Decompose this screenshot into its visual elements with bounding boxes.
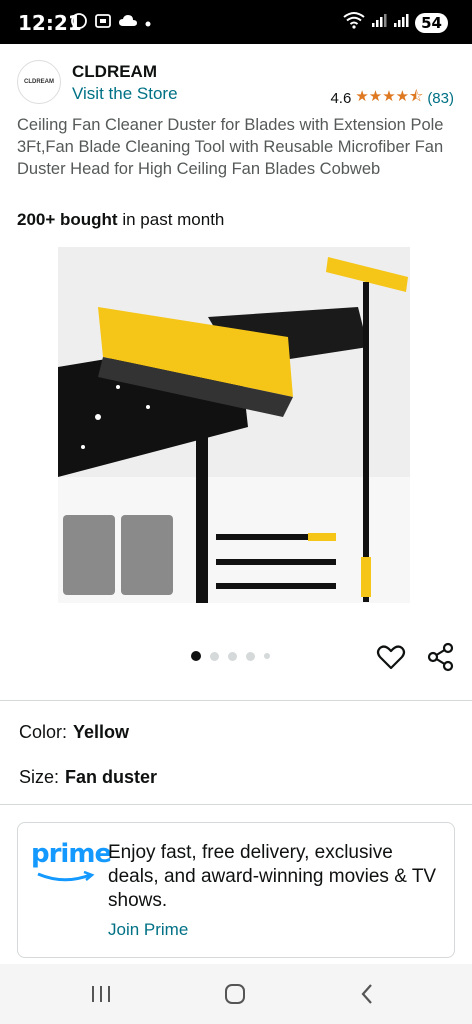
divider — [0, 700, 472, 701]
rating-summary[interactable]: 4.6 ★★★★⯪ (83) — [330, 86, 454, 111]
bought-count-bold: 200+ bought — [17, 210, 118, 229]
prime-promo-card[interactable]: prime Enjoy fast, free delivery, exclusi… — [17, 822, 455, 958]
status-bar: 12:21 54 — [0, 0, 472, 44]
carousel-dot[interactable] — [246, 651, 255, 661]
prime-description: Enjoy fast, free delivery, exclusive dea… — [108, 842, 437, 911]
prime-smile-icon — [37, 871, 95, 882]
store-logo[interactable]: CLDREAM — [17, 60, 61, 104]
star-rating-icon: ★★★★⯪ — [355, 88, 424, 105]
carousel-dot[interactable] — [264, 653, 270, 659]
notification-icons — [70, 12, 152, 35]
home-icon — [225, 984, 245, 1004]
share-icon[interactable] — [426, 642, 456, 672]
battery-indicator: 54 — [415, 12, 448, 33]
cloud-icon — [118, 13, 138, 34]
system-nav-bar — [0, 964, 472, 1024]
size-option[interactable]: Size: Fan duster — [19, 767, 157, 788]
store-logo-text: CLDREAM — [24, 79, 54, 85]
heart-icon[interactable] — [376, 642, 406, 672]
wifi-icon — [343, 11, 365, 34]
join-prime-link[interactable]: Join Prime — [108, 920, 188, 940]
color-label: Color: — [19, 722, 68, 742]
brand-name: CLDREAM — [72, 62, 157, 81]
dot-icon — [144, 15, 152, 33]
bought-count-rest: in past month — [117, 210, 225, 229]
screenshot-icon — [94, 12, 112, 35]
size-label: Size: — [19, 767, 60, 787]
prime-logo: prime — [31, 839, 112, 869]
rating-value: 4.6 — [330, 90, 352, 107]
recent-apps-button[interactable] — [81, 978, 121, 1010]
carousel-dot[interactable] — [191, 651, 201, 661]
signal-icon — [371, 12, 387, 33]
back-button[interactable] — [347, 978, 387, 1010]
product-illustration — [58, 247, 410, 603]
image-carousel-indicator[interactable] — [191, 651, 270, 661]
product-image[interactable] — [58, 247, 410, 603]
product-title: Ceiling Fan Cleaner Duster for Blades wi… — [17, 116, 444, 178]
size-value: Fan duster — [65, 767, 158, 787]
color-value: Yellow — [73, 722, 130, 742]
carousel-dot[interactable] — [228, 651, 237, 661]
whatsapp-icon — [70, 12, 88, 35]
bought-count: 200+ bought in past month — [17, 210, 224, 230]
visit-store-link[interactable]: Visit the Store — [72, 84, 178, 104]
color-option[interactable]: Color: Yellow — [19, 722, 129, 743]
back-icon — [361, 984, 372, 1004]
rating-count[interactable]: (83) — [427, 90, 454, 107]
divider — [0, 804, 472, 805]
home-button[interactable] — [215, 978, 255, 1010]
recent-apps-icon — [92, 986, 110, 1002]
signal-icon — [393, 12, 409, 33]
carousel-dot[interactable] — [210, 651, 219, 661]
